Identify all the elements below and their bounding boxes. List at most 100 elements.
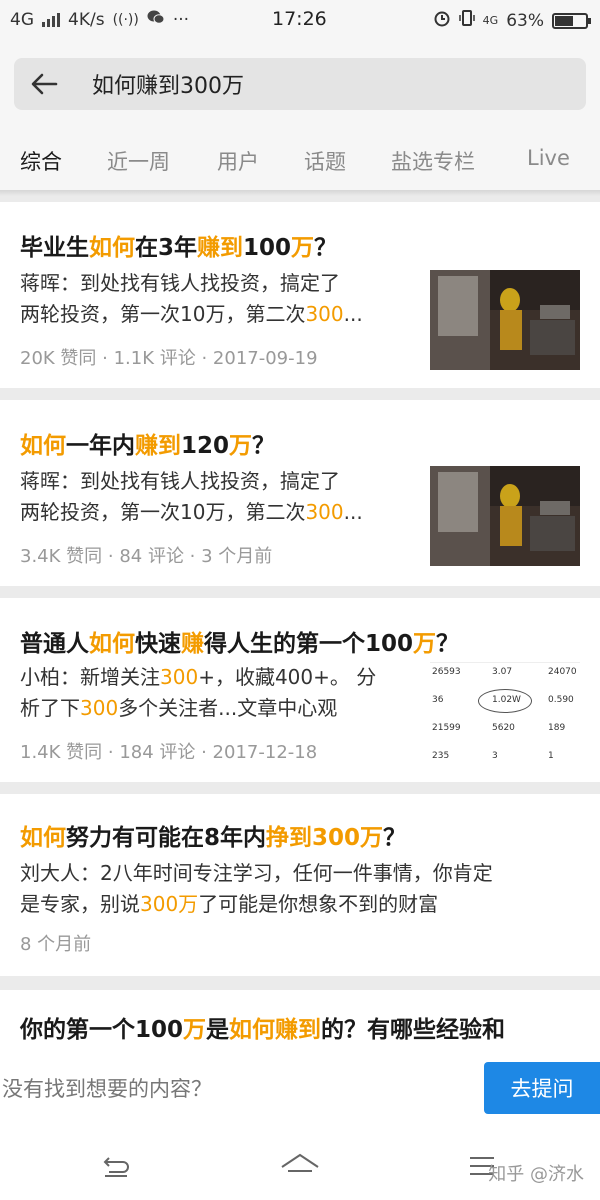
nav-back-icon[interactable]: [86, 1144, 146, 1188]
stat-value: 24070: [548, 667, 577, 677]
result-excerpt-line: 两轮投资，第一次10万，第二次300...: [20, 497, 363, 528]
tab-all[interactable]: 综合: [20, 146, 62, 176]
ask-question-button[interactable]: 去提问: [484, 1062, 600, 1114]
tab-topics[interactable]: 话题: [304, 146, 346, 176]
text-segment: 快速: [135, 631, 181, 657]
ask-prompt-bar: 没有找到想要的内容？ 去提问: [0, 1044, 600, 1130]
result-thumbnail[interactable]: 26593 3.07 24070 36 1.02W 0.590 21599 5620 189 23…: [430, 662, 580, 763]
text-segment: +，收藏400+。 分: [198, 665, 377, 689]
tab-week[interactable]: 近一周: [107, 146, 170, 176]
highlight-keyword: 万: [229, 433, 253, 459]
result-title[interactable]: 毕业生如何在3年赚到100万？: [20, 228, 337, 262]
stat-value: 36: [432, 695, 444, 705]
highlight-keyword: 如何: [20, 433, 66, 459]
result-excerpt-line: 两轮投资，第一次10万，第二次300...: [20, 299, 363, 330]
stat-value: 3.07: [492, 667, 513, 677]
result-excerpt-line: 蒋晖：到处找有钱人找投资，搞定了: [20, 466, 340, 497]
text-segment: ？: [252, 433, 276, 459]
text-segment: 是专家，别说: [20, 892, 140, 916]
hotspot-icon: ((·)): [112, 11, 139, 28]
result-card[interactable]: 你的第一个100万是如何赚到的？有哪些经验和: [0, 990, 600, 1050]
result-title[interactable]: 如何努力有可能在8年内挣到300万？: [20, 818, 406, 852]
tab-live[interactable]: Live: [527, 146, 570, 170]
result-title[interactable]: 普通人如何快速赚得人生的第一个100万？: [20, 624, 459, 658]
result-card[interactable]: 毕业生如何在3年赚到100万？ 蒋晖：到处找有钱人找投资，搞定了 两轮投资，第一…: [0, 202, 600, 388]
result-excerpt-line: 蒋晖：到处找有钱人找投资，搞定了: [20, 268, 340, 299]
highlight-keyword: 300: [160, 665, 199, 689]
result-excerpt-line: 小柏：新增关注300+，收藏400+。 分: [20, 662, 376, 693]
text-segment: 你的第一个100: [20, 1017, 184, 1043]
stats-screenshot: 26593 3.07 24070 36 1.02W 0.590 21599 5620 189 23…: [430, 663, 580, 763]
system-nav-bar: 知乎 @济水: [0, 1130, 600, 1200]
watermark: 知乎 @济水: [488, 1164, 584, 1185]
highlight-keyword: 300: [305, 302, 344, 326]
nav-home-icon[interactable]: [270, 1144, 330, 1188]
stat-value: 0.590: [548, 695, 574, 705]
text-segment: 100: [243, 235, 292, 261]
highlight-keyword: 赚: [181, 631, 204, 657]
text-segment: 析了下: [20, 696, 80, 720]
result-meta: 1.4K 赞同 · 184 评论 · 2017-12-18: [20, 742, 318, 763]
result-card[interactable]: 如何一年内赚到120万？ 蒋晖：到处找有钱人找投资，搞定了 两轮投资，第一次10…: [0, 400, 600, 586]
highlight-circle: [478, 689, 532, 713]
text-segment: ？: [436, 631, 460, 657]
text-segment: 蒋晖：到处找有钱人找投资，搞定了: [20, 469, 340, 493]
text-segment: 一年内: [66, 433, 135, 459]
stat-value: 235: [432, 751, 450, 761]
clock: 17:26: [272, 8, 327, 30]
result-card[interactable]: 如何努力有可能在8年内挣到300万？ 刘大人：2八年时间专注学习，任何一件事情，…: [0, 794, 600, 976]
highlight-keyword: 如何: [20, 825, 66, 851]
text-segment: ...: [343, 302, 363, 326]
tab-users[interactable]: 用户: [217, 146, 259, 176]
tab-salt-column[interactable]: 盐选专栏: [391, 146, 475, 176]
result-thumbnail[interactable]: [430, 270, 580, 370]
back-arrow-icon[interactable]: [30, 58, 58, 110]
result-title[interactable]: 如何一年内赚到120万？: [20, 426, 275, 460]
text-segment: 努力有可能在8年内: [66, 825, 267, 851]
search-query[interactable]: 如何赚到300万: [92, 68, 244, 100]
text-segment: 小柏：新增关注: [20, 665, 160, 689]
highlight-keyword: 300: [305, 500, 344, 524]
battery-icon: [552, 12, 591, 29]
text-segment: 的？有哪些经验和: [321, 1017, 506, 1043]
search-box[interactable]: 如何赚到300万: [14, 58, 586, 110]
result-excerpt-line: 是专家，别说300万了可能是你想象不到的财富: [20, 889, 438, 920]
vibrate-icon: [458, 9, 475, 32]
alarm-icon: [433, 9, 451, 32]
stat-value: 21599: [432, 723, 461, 733]
highlight-keyword: 如何: [89, 235, 135, 261]
header-divider: [0, 190, 600, 196]
text-segment: ？: [383, 825, 407, 851]
highlight-keyword: 万: [413, 631, 437, 657]
text-segment: 了可能是你想象不到的财富: [198, 892, 439, 916]
stat-value: 189: [548, 723, 566, 733]
result-tabs: 综合 近一周 用户 话题 盐选专栏 Live: [0, 132, 600, 190]
more-dots-icon: ···: [172, 9, 190, 30]
stat-value: 3: [492, 751, 498, 761]
status-bar: 4G 4K/s ((·)) ··· 17:26 4G 63%: [0, 0, 600, 40]
text-segment: ？: [314, 235, 338, 261]
text-segment: 多个关注者...文章中心观: [118, 696, 338, 720]
stat-value: 1: [548, 751, 554, 761]
result-card[interactable]: 普通人如何快速赚得人生的第一个100万？ 小柏：新增关注300+，收藏400+。…: [0, 598, 600, 782]
highlight-keyword: 300万: [312, 825, 384, 851]
highlight-keyword: 赚到: [197, 235, 244, 261]
text-segment: 120: [181, 433, 230, 459]
text-segment: 两轮投资，第一次10万，第二次: [20, 302, 306, 326]
network-label: 4G: [10, 9, 34, 30]
wechat-icon: [147, 9, 165, 30]
text-segment: 毕业生: [20, 235, 89, 261]
result-thumbnail[interactable]: [430, 466, 580, 566]
result-title[interactable]: 你的第一个100万是如何赚到的？有哪些经验和: [20, 1010, 505, 1044]
highlight-keyword: 赚到: [135, 433, 181, 459]
battery-percent: 63%: [506, 10, 544, 31]
result-meta: 3.4K 赞同 · 84 评论 · 3 个月前: [20, 546, 273, 567]
mobile-data-label: 4G: [482, 14, 499, 27]
result-meta: 8 个月前: [20, 934, 92, 955]
result-excerpt-line: 析了下300多个关注者...文章中心观: [20, 693, 337, 724]
text-segment: 得人生的第一个100: [204, 631, 414, 657]
stat-value: 5620: [492, 723, 515, 733]
prompt-text: 没有找到想要的内容？: [2, 1077, 212, 1101]
text-segment: 是: [206, 1017, 230, 1043]
signal-icon: [42, 12, 60, 27]
